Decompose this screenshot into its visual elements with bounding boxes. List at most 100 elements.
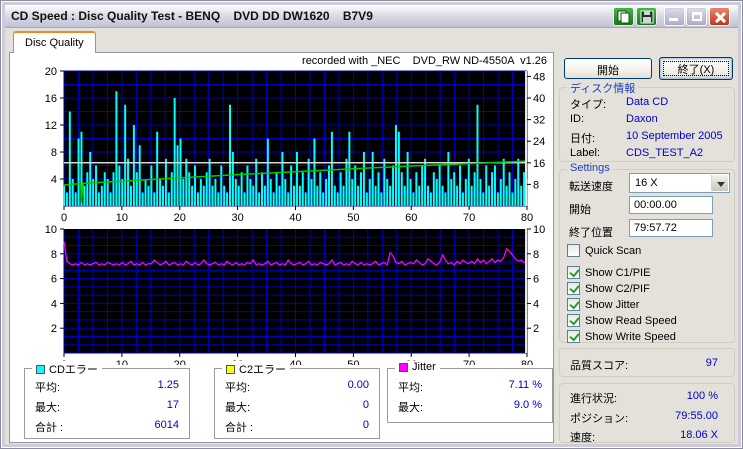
checkbox-box[interactable] [567, 330, 580, 343]
checkbox-box[interactable] [567, 298, 580, 311]
cd-error-statbox: CDエラー 平均:1.25 最大:17 合計 :6014 [24, 368, 190, 439]
id-label: ID: [570, 113, 584, 125]
progress-value: 100 % [687, 390, 718, 402]
date-value: 10 September 2005 [626, 130, 723, 142]
c2-series-swatch [226, 365, 235, 374]
exit-button[interactable]: 終了(X) [659, 57, 733, 80]
svg-text:16: 16 [45, 93, 57, 105]
total-label: 合計 : [35, 422, 63, 434]
svg-text:2: 2 [51, 323, 57, 335]
svg-text:60: 60 [405, 212, 417, 224]
svg-text:4: 4 [51, 298, 57, 310]
jitter-title: Jitter [412, 361, 436, 373]
type-value: Data CD [626, 96, 668, 108]
svg-text:80: 80 [521, 359, 533, 365]
svg-text:10: 10 [533, 224, 545, 236]
svg-text:12: 12 [45, 120, 57, 132]
avg-label: 平均: [398, 382, 423, 394]
end-pos-label: 終了位置 [569, 224, 613, 240]
svg-text:20: 20 [45, 66, 57, 78]
avg-label: 平均: [225, 382, 250, 394]
position-label: ポジション: [570, 410, 628, 426]
speed-label: 転送速度 [569, 178, 613, 194]
jitter-statbox: Jitter 平均:7.11 % 最大:9.0 % [387, 368, 553, 423]
title-bar[interactable]: CD Speed : Disc Quality Test - BENQ DVD … [5, 5, 738, 28]
checkbox-box[interactable] [567, 244, 580, 257]
svg-text:8: 8 [51, 249, 57, 261]
checkbox-box[interactable] [567, 266, 580, 279]
progress-group: 進行状況:100 % ポジション:79:55.00 速度:18.06 X [559, 383, 735, 443]
svg-text:10: 10 [45, 224, 57, 236]
id-value: Daxon [626, 113, 658, 125]
svg-text:50: 50 [347, 212, 359, 224]
avg-value: 7.11 % [509, 379, 542, 391]
svg-text:40: 40 [533, 93, 545, 105]
svg-text:50: 50 [347, 359, 359, 365]
svg-text:4: 4 [533, 298, 539, 310]
position-value: 79:55.00 [675, 410, 718, 422]
quality-charts: 4812162081624324048010203040506070802468… [10, 53, 555, 365]
save-button[interactable] [636, 7, 657, 26]
svg-text:16: 16 [533, 158, 545, 170]
start-button[interactable]: 開始 [564, 58, 652, 79]
svg-text:40: 40 [289, 359, 301, 365]
svg-text:70: 70 [463, 212, 475, 224]
svg-text:24: 24 [533, 136, 545, 148]
svg-text:48: 48 [533, 71, 545, 83]
total-value: 0 [363, 419, 369, 431]
svg-text:4: 4 [51, 174, 57, 186]
disc-info-group: ディスク情報 タイプ:Data CD ID:Daxon 日付:10 Septem… [559, 87, 735, 162]
copy-icon [617, 10, 631, 24]
speed-combobox[interactable]: 16 X [629, 173, 730, 193]
svg-text:80: 80 [521, 212, 533, 224]
max-value: 0 [363, 399, 369, 411]
checkbox-box[interactable] [567, 282, 580, 295]
save-icon [640, 10, 654, 24]
maximize-button[interactable] [686, 7, 707, 26]
disc-quality-page: recorded with _NEC DVD_RW ND-4550A v1.26… [9, 52, 554, 443]
settings-title: Settings [567, 162, 613, 174]
maximize-icon [692, 12, 702, 21]
quality-score-group: 品質スコア: 97 [559, 348, 735, 377]
c1-series-swatch [36, 365, 45, 374]
chevron-down-icon [717, 182, 725, 187]
end-pos-input[interactable]: 79:57.72 [629, 219, 713, 237]
avg-value: 0.00 [348, 379, 369, 391]
c2-error-title: C2エラー [239, 361, 286, 377]
start-pos-label: 開始 [569, 201, 591, 217]
max-label: 最大: [225, 402, 250, 414]
label-label: Label: [570, 147, 600, 159]
type-label: タイプ: [570, 99, 606, 111]
combo-dropdown-button[interactable] [711, 175, 728, 191]
quality-score-value: 97 [706, 357, 718, 369]
svg-text:10: 10 [116, 212, 128, 224]
start-pos-input[interactable]: 00:00.00 [629, 196, 713, 214]
tab-disc-quality[interactable]: Disc Quality [13, 31, 96, 53]
checkbox-box[interactable] [567, 314, 580, 327]
total-label: 合計 : [225, 422, 253, 434]
svg-text:70: 70 [463, 359, 475, 365]
svg-text:8: 8 [533, 249, 539, 261]
svg-text:8: 8 [51, 147, 57, 159]
svg-text:8: 8 [533, 179, 539, 191]
minimize-button[interactable] [664, 7, 685, 26]
svg-text:2: 2 [533, 323, 539, 335]
speed-value: 16 X [635, 177, 658, 189]
close-button[interactable] [709, 7, 730, 26]
speed-readout-label: 速度: [570, 429, 595, 445]
svg-text:40: 40 [289, 212, 301, 224]
total-value: 6014 [155, 419, 179, 431]
avg-value: 1.25 [158, 379, 179, 391]
svg-text:6: 6 [533, 274, 539, 286]
avg-label: 平均: [35, 382, 60, 394]
copy-button[interactable] [613, 7, 634, 26]
max-value: 9.0 % [514, 399, 542, 411]
svg-text:0: 0 [61, 212, 67, 224]
c2-error-statbox: C2エラー 平均:0.00 最大:0 合計 :0 [214, 368, 380, 439]
svg-text:32: 32 [533, 115, 545, 127]
app-window: CD Speed : Disc Quality Test - BENQ DVD … [0, 0, 743, 449]
minimize-icon [669, 18, 678, 21]
svg-text:20: 20 [174, 359, 186, 365]
svg-text:6: 6 [51, 274, 57, 286]
cd-error-title: CDエラー [49, 361, 98, 377]
